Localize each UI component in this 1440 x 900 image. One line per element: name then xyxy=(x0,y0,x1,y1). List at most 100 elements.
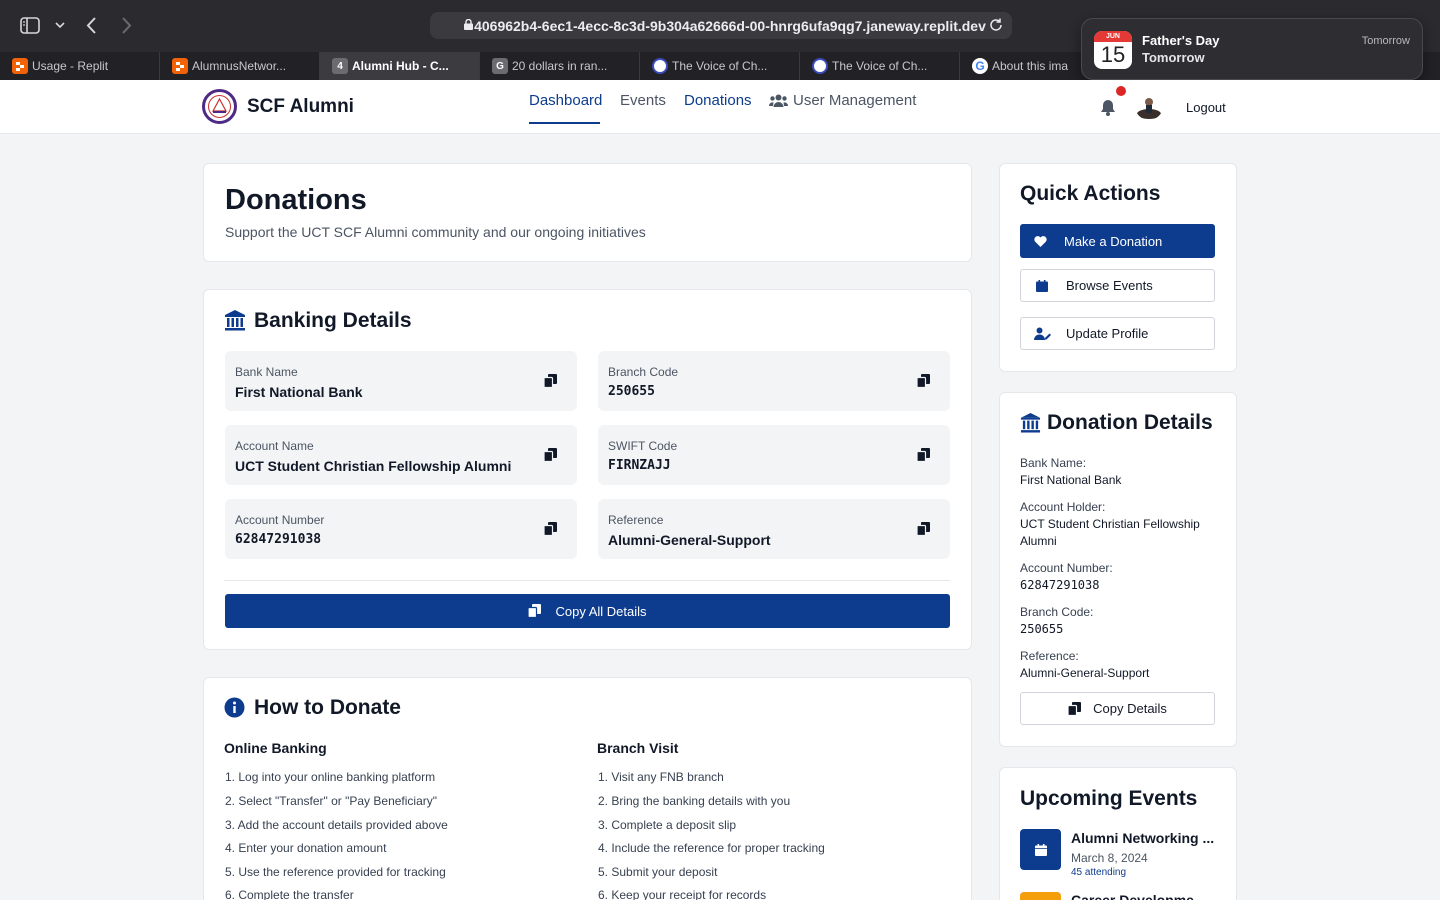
branch-step: 1. Visit any FNB branch xyxy=(598,770,724,784)
page-subtitle: Support the UCT SCF Alumni community and… xyxy=(225,224,646,240)
tab-label: The Voice of Ch... xyxy=(672,59,768,73)
copy-icon[interactable] xyxy=(917,448,930,462)
browse-events-button[interactable]: Browse Events xyxy=(1020,269,1215,302)
online-step: 1. Log into your online banking platform xyxy=(225,770,436,784)
notification-subtitle: Tomorrow xyxy=(1142,50,1205,65)
calendar-day: 15 xyxy=(1100,42,1126,67)
lock-icon xyxy=(464,19,473,30)
nav-donations[interactable]: Donations xyxy=(684,92,752,109)
make-donation-button[interactable]: Make a Donation xyxy=(1020,224,1215,258)
copy-icon xyxy=(1068,701,1082,716)
back-icon[interactable] xyxy=(86,17,96,34)
replit-favicon-icon xyxy=(172,58,188,74)
event-name[interactable]: Career Developme... xyxy=(1071,892,1206,900)
copy-icon[interactable] xyxy=(917,374,930,388)
tab-label: 20 dollars in ran... xyxy=(512,59,608,73)
dd-holder-value-cont: Alumni xyxy=(1020,534,1057,548)
field-label: Reference xyxy=(608,513,664,527)
chevron-down-icon[interactable] xyxy=(55,22,65,29)
google-favicon-icon: G xyxy=(972,58,988,74)
online-step: 2. Select "Transfer" or "Pay Beneficiary… xyxy=(225,794,438,808)
bell-icon[interactable] xyxy=(1100,99,1116,116)
info-icon xyxy=(224,697,245,718)
copy-icon[interactable] xyxy=(544,448,557,462)
nav-dashboard[interactable]: Dashboard xyxy=(529,92,602,109)
page-title: Donations xyxy=(225,184,367,216)
bank-icon xyxy=(1020,412,1041,433)
dd-account-value: 62847291038 xyxy=(1020,578,1100,592)
copy-icon[interactable] xyxy=(544,374,557,388)
online-step: 3. Add the account details provided abov… xyxy=(225,818,448,832)
online-step: 6. Complete the transfer xyxy=(225,888,354,900)
seal-favicon-icon xyxy=(812,58,828,74)
copy-all-details-button[interactable]: Copy All Details xyxy=(225,594,950,628)
calendar-notification[interactable]: JUN 15 Father's Day Tomorrow Tomorrow xyxy=(1081,18,1423,80)
tab-label: AlumnusNetwor... xyxy=(192,59,287,73)
copy-icon xyxy=(528,604,542,618)
field-label: Account Name xyxy=(235,439,314,453)
avatar[interactable] xyxy=(1135,92,1163,120)
user-edit-icon xyxy=(1034,327,1051,340)
tab-alumnus-network[interactable]: AlumnusNetwor... xyxy=(160,52,320,80)
branch-step: 4. Include the reference for proper trac… xyxy=(598,841,825,855)
tab-alumni-hub[interactable]: 4 Alumni Hub - C... xyxy=(320,52,480,80)
upcoming-events-title: Upcoming Events xyxy=(1020,787,1198,810)
field-reference: Reference Alumni-General-Support xyxy=(598,499,950,559)
tab-voice-of-ch-2[interactable]: The Voice of Ch... xyxy=(800,52,960,80)
tab-20-dollars[interactable]: G 20 dollars in ran... xyxy=(480,52,640,80)
nav-user-management[interactable]: User Management xyxy=(769,92,916,109)
users-icon xyxy=(769,94,788,107)
tab-favicon: G xyxy=(492,58,508,74)
sidebar-toggle-icon[interactable] xyxy=(20,17,40,34)
url-text: 406962b4-6ec1-4ecc-8c3d-9b304a62666d-00-… xyxy=(474,17,986,34)
copy-icon[interactable] xyxy=(917,522,930,536)
copy-icon[interactable] xyxy=(544,522,557,536)
seal-favicon-icon xyxy=(652,58,668,74)
scf-logo[interactable] xyxy=(202,89,237,124)
update-profile-label: Update Profile xyxy=(1066,326,1149,341)
tab-label: Usage - Replit xyxy=(32,59,109,73)
heart-icon xyxy=(1034,235,1047,247)
banking-details-title: Banking Details xyxy=(254,309,412,332)
online-banking-title: Online Banking xyxy=(224,740,327,756)
field-label: Account Number xyxy=(235,513,325,527)
copy-all-label: Copy All Details xyxy=(555,603,647,619)
field-swift-code: SWIFT Code FIRNZAJJ xyxy=(598,425,950,485)
field-value: First National Bank xyxy=(235,384,363,400)
brand-name[interactable]: SCF Alumni xyxy=(247,96,354,118)
dd-reference-label: Reference: xyxy=(1020,649,1079,663)
dd-holder-label: Account Holder: xyxy=(1020,500,1106,514)
tab-voice-of-ch-1[interactable]: The Voice of Ch... xyxy=(640,52,800,80)
donation-details-title: Donation Details xyxy=(1047,411,1213,434)
field-value: 250655 xyxy=(608,384,655,399)
event-name[interactable]: Alumni Networking ... xyxy=(1071,830,1214,846)
branch-step: 2. Bring the banking details with you xyxy=(598,794,791,808)
event-attending: 45 attending xyxy=(1071,867,1127,878)
field-account-number: Account Number 62847291038 xyxy=(225,499,577,559)
bank-icon xyxy=(225,310,245,331)
nav-events[interactable]: Events xyxy=(620,92,666,109)
branch-step: 6. Keep your receipt for records xyxy=(598,888,767,900)
active-nav-indicator xyxy=(529,122,600,124)
make-donation-label: Make a Donation xyxy=(1064,233,1163,249)
calendar-month: JUN xyxy=(1094,31,1132,42)
dd-account-label: Account Number: xyxy=(1020,561,1113,575)
online-step: 4. Enter your donation amount xyxy=(225,841,387,855)
how-to-donate-title: How to Donate xyxy=(254,696,401,719)
reload-icon[interactable] xyxy=(988,17,1004,33)
logout-button[interactable]: Logout xyxy=(1186,100,1226,115)
branch-step: 5. Submit your deposit xyxy=(598,865,718,879)
copy-details-button[interactable]: Copy Details xyxy=(1020,692,1215,725)
divider xyxy=(224,580,950,581)
field-label: Branch Code xyxy=(608,365,679,379)
address-bar[interactable]: 406962b4-6ec1-4ecc-8c3d-9b304a62666d-00-… xyxy=(430,12,1012,39)
field-value: 62847291038 xyxy=(235,532,322,547)
tab-usage-replit[interactable]: Usage - Replit xyxy=(0,52,160,80)
event-date: March 8, 2024 xyxy=(1071,851,1148,865)
update-profile-button[interactable]: Update Profile xyxy=(1020,317,1215,350)
forward-icon[interactable] xyxy=(122,17,132,34)
dd-branch-label: Branch Code: xyxy=(1020,605,1094,619)
notification-badge xyxy=(1116,86,1126,96)
browse-events-label: Browse Events xyxy=(1066,278,1153,293)
field-value: Alumni-General-Support xyxy=(608,532,771,548)
